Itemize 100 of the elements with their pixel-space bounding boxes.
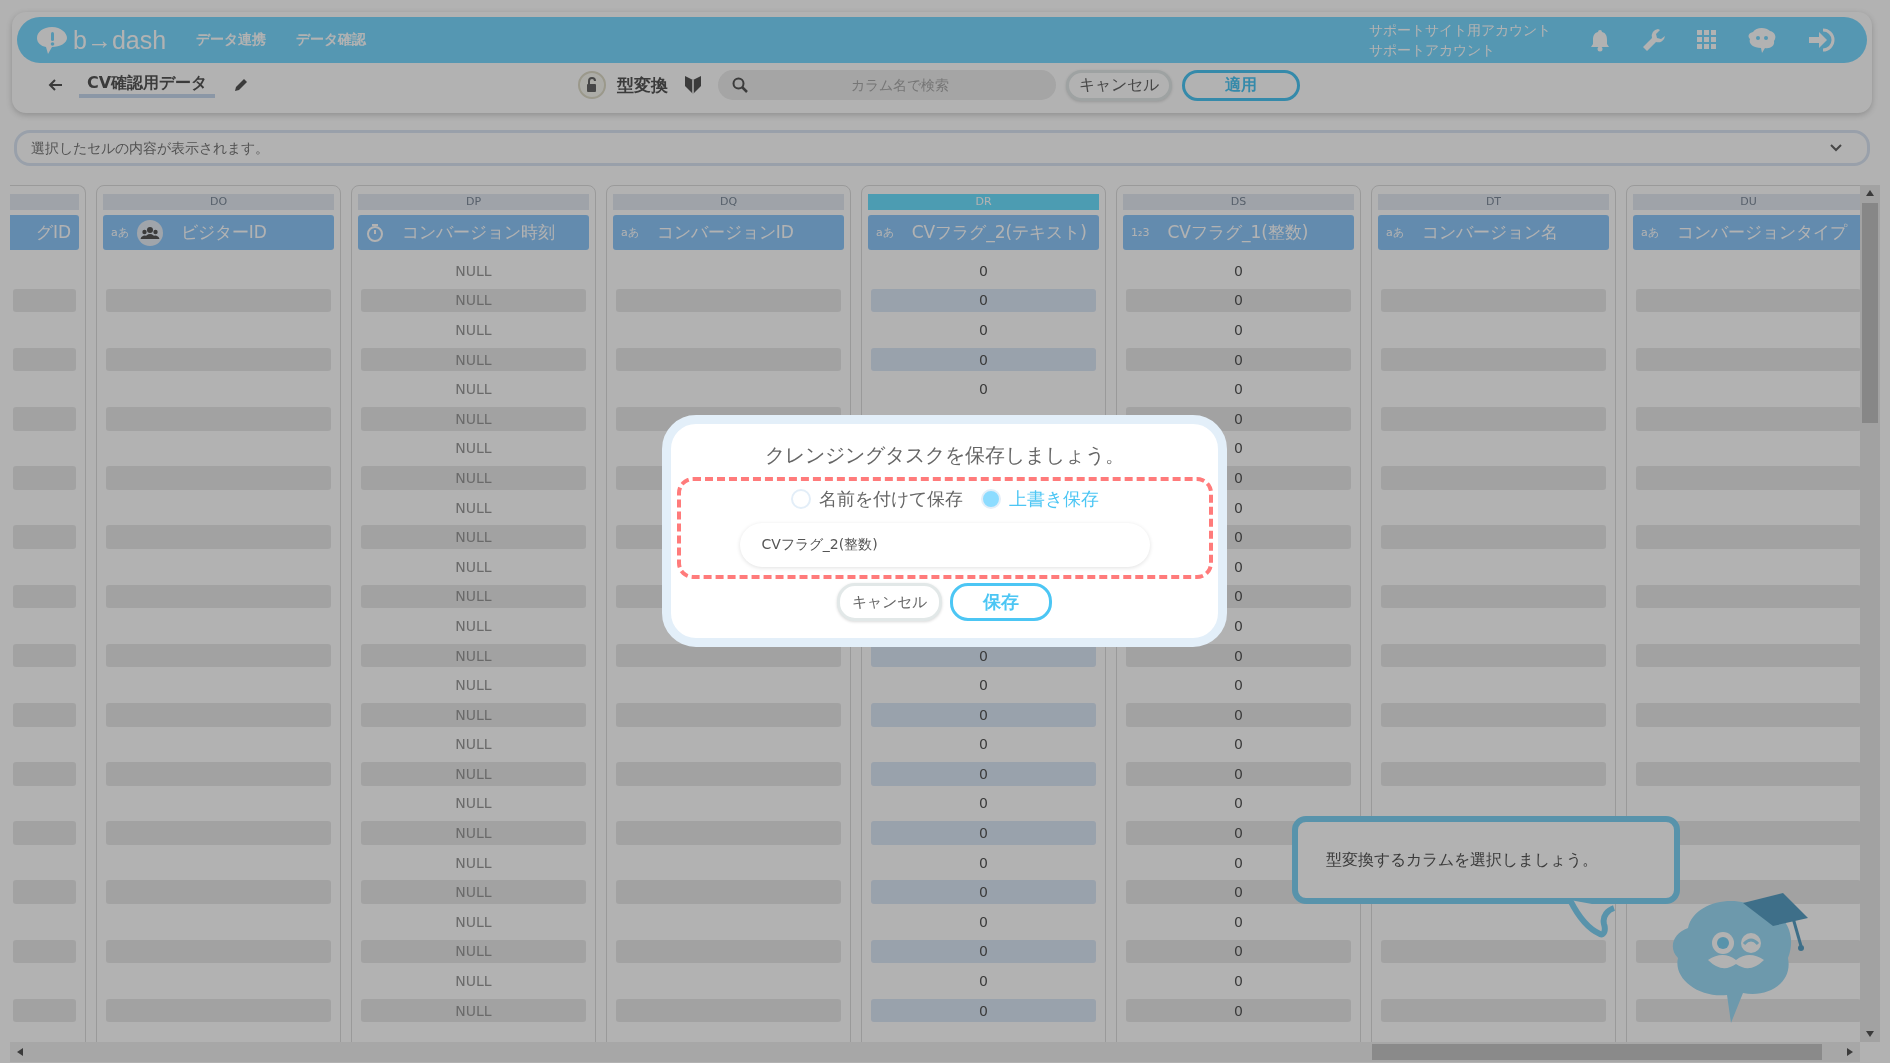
table-cell: NULL — [455, 647, 492, 664]
task-name-field[interactable]: CVフラグ_2(整数) — [739, 523, 1150, 567]
table-cell: 0 — [1234, 677, 1243, 694]
table-cell: 0 — [1234, 381, 1243, 398]
vertical-scrollbar[interactable] — [1860, 185, 1880, 1042]
scroll-left-icon[interactable] — [16, 1047, 24, 1057]
scroll-thumb[interactable] — [1372, 1044, 1822, 1060]
dialog-title: クレンジングタスクを保存しましょう。 — [764, 442, 1125, 469]
table-cell: NULL — [455, 1002, 492, 1019]
type-label: aあ — [1386, 225, 1404, 240]
column-name: CVフラグ_2(テキスト) — [911, 221, 1087, 244]
table-cell: 0 — [1234, 617, 1243, 634]
table-cell: 0 — [1234, 706, 1243, 723]
chevron-down-icon[interactable] — [1829, 143, 1843, 153]
table-cell: 0 — [1234, 322, 1243, 338]
cancel-button[interactable]: キャンセル — [1066, 69, 1172, 101]
guide-message: 型変換するカラムを選択しましょう。 — [1326, 849, 1598, 871]
cell-content-input[interactable]: 選択したセルの内容が表示されます。 — [29, 139, 1829, 157]
mascot-avatar-icon[interactable] — [1747, 26, 1777, 54]
logo-text: b→dash — [73, 25, 167, 55]
table-cell: 0 — [1234, 825, 1243, 842]
column-letter[interactable]: DR — [868, 194, 1099, 210]
back-arrow-icon[interactable] — [47, 78, 63, 92]
wrench-icon[interactable] — [1641, 27, 1667, 53]
dataset-title: CV確認用データ — [79, 72, 216, 98]
type-label: aあ — [876, 225, 894, 240]
column-name: コンバージョン時刻 — [402, 221, 555, 244]
table-cell: NULL — [455, 410, 492, 427]
table-cell: NULL — [455, 588, 492, 605]
cancel-button[interactable]: キャンセル — [837, 583, 942, 621]
column-header[interactable]: コンバージョン時刻 — [358, 215, 589, 250]
column-header[interactable]: aあ ビジターID — [103, 215, 334, 250]
type-label: aあ — [621, 225, 639, 240]
column-header[interactable]: aあ CVフラグ_2(テキスト) — [868, 215, 1099, 250]
table-cell: 0 — [1234, 736, 1243, 753]
table-cell: 0 — [979, 884, 988, 901]
table-cell: 0 — [1234, 1002, 1243, 1019]
table-cell: 0 — [979, 1002, 988, 1019]
radio-option[interactable]: 上書き保存 — [980, 487, 1099, 511]
table-cell: 0 — [979, 322, 988, 338]
table-cell: 0 — [1234, 410, 1243, 427]
nav-link[interactable]: データ確認 — [296, 31, 367, 49]
table-cell: NULL — [455, 292, 492, 309]
stopwatch-icon — [366, 222, 384, 243]
table-cell: NULL — [455, 469, 492, 486]
column-name: コンバージョンタイプ — [1676, 221, 1847, 244]
lock-icon[interactable] — [577, 70, 607, 100]
type-label: 1₂3 — [1131, 226, 1150, 239]
pencil-icon[interactable] — [233, 77, 250, 93]
cell-content-field[interactable]: 選択したセルの内容が表示されます。 — [14, 130, 1870, 166]
column-letter[interactable]: DS — [1123, 194, 1354, 210]
table-cell: NULL — [455, 381, 492, 398]
column-header[interactable]: 1₂3 CVフラグ_1(整数) — [1123, 215, 1354, 250]
table-cell: 0 — [1234, 913, 1243, 930]
table-cell: NULL — [455, 884, 492, 901]
table-cell: 0 — [979, 795, 988, 812]
column-name: コンバージョンID — [656, 221, 794, 244]
column-header[interactable]: グID — [10, 215, 79, 250]
shield-icon[interactable] — [684, 74, 702, 96]
scroll-up-icon[interactable] — [1865, 189, 1875, 197]
column-letter[interactable]: DP — [358, 194, 589, 210]
scroll-right-icon[interactable] — [1846, 1047, 1854, 1057]
logout-icon[interactable] — [1807, 27, 1837, 53]
table-cell: 0 — [1234, 529, 1243, 546]
table-cell: 0 — [1234, 795, 1243, 812]
table-cell: NULL — [455, 854, 492, 871]
table-cell: NULL — [455, 913, 492, 930]
type-label: aあ — [1641, 225, 1659, 240]
scroll-down-icon[interactable] — [1865, 1030, 1875, 1038]
column-name: コンバージョン名 — [1421, 221, 1558, 244]
column-header[interactable]: aあ コンバージョンタイプ — [1633, 215, 1860, 250]
table-cell: 0 — [979, 736, 988, 753]
table-cell: NULL — [455, 617, 492, 634]
table-cell: 0 — [979, 854, 988, 871]
table-cell: 0 — [1234, 292, 1243, 309]
table-cell: 0 — [979, 825, 988, 842]
apps-grid-icon[interactable] — [1697, 30, 1717, 50]
column-letter[interactable]: DO — [103, 194, 334, 210]
apply-button[interactable]: 適用 — [1182, 69, 1300, 101]
horizontal-scrollbar[interactable] — [10, 1042, 1860, 1062]
column-header[interactable]: aあ コンバージョン名 — [1378, 215, 1609, 250]
save-button[interactable]: 保存 — [950, 583, 1052, 621]
table-cell: 0 — [1234, 469, 1243, 486]
type-label: aあ — [111, 225, 129, 240]
table-cell: 0 — [979, 677, 988, 694]
column-name: ビジターID — [180, 221, 267, 244]
task-name-input[interactable]: CVフラグ_2(整数) — [759, 536, 1130, 554]
radio-option[interactable]: 名前を付けて保存 — [790, 487, 963, 511]
column-header[interactable]: aあ コンバージョンID — [613, 215, 844, 250]
nav-link[interactable]: データ連携 — [196, 31, 267, 49]
column-letter[interactable]: DU — [1633, 194, 1860, 210]
table-cell: 0 — [979, 647, 988, 664]
table-cell: NULL — [455, 322, 492, 338]
scroll-thumb[interactable] — [1862, 203, 1878, 423]
column-letter[interactable]: DT — [1378, 194, 1609, 210]
bell-icon[interactable] — [1589, 28, 1611, 52]
column-letter[interactable]: DQ — [613, 194, 844, 210]
table-cell: NULL — [455, 736, 492, 753]
table-cell: NULL — [455, 677, 492, 694]
table-cell: NULL — [455, 765, 492, 782]
